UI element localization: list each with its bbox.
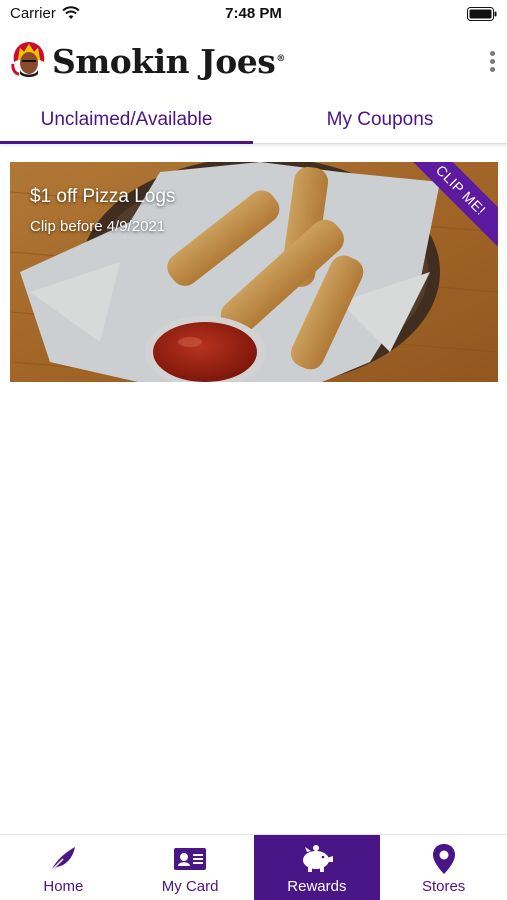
brand-registered-mark: ® xyxy=(276,54,285,64)
coupon-expiry: Clip before 4/9/2021 xyxy=(30,218,166,235)
status-bar: Carrier 7:48 PM xyxy=(0,0,507,28)
piggy-bank-icon xyxy=(299,843,335,875)
overflow-menu-button[interactable] xyxy=(485,48,499,78)
app-header: Smokin Joes® xyxy=(0,28,507,96)
map-pin-icon xyxy=(431,843,457,875)
nav-home-label: Home xyxy=(43,878,84,895)
id-card-icon xyxy=(173,843,207,875)
tab-my-coupons[interactable]: My Coupons xyxy=(253,96,507,143)
battery-icon xyxy=(467,7,497,21)
more-dot-icon xyxy=(489,51,495,56)
nav-stores[interactable]: Stores xyxy=(380,835,507,900)
nav-stores-label: Stores xyxy=(421,878,466,895)
nav-my-card[interactable]: My Card xyxy=(127,835,254,900)
nav-rewards[interactable]: Rewards xyxy=(253,835,381,900)
more-dot-icon xyxy=(489,59,495,64)
feather-icon xyxy=(47,843,79,875)
tab-unclaimed-available[interactable]: Unclaimed/Available xyxy=(0,96,253,144)
brand-name: Smokin Joes® xyxy=(52,42,285,81)
coupon-title: $1 off Pizza Logs xyxy=(30,186,176,207)
nav-home[interactable]: Home xyxy=(0,835,127,900)
coupon-tabs: Unclaimed/Available My Coupons xyxy=(0,96,507,144)
nav-rewards-label: Rewards xyxy=(287,878,347,895)
more-dot-icon xyxy=(489,67,495,72)
brand-name-text: Smokin Joes xyxy=(52,42,276,81)
status-time: 7:48 PM xyxy=(225,5,282,22)
coupon-card[interactable]: $1 off Pizza Logs Clip before 4/9/2021 C… xyxy=(10,162,498,382)
brand-logo-icon xyxy=(11,42,45,77)
bottom-nav: Home My Card Rewards Stores xyxy=(0,834,507,900)
nav-my-card-label: My Card xyxy=(161,878,219,895)
